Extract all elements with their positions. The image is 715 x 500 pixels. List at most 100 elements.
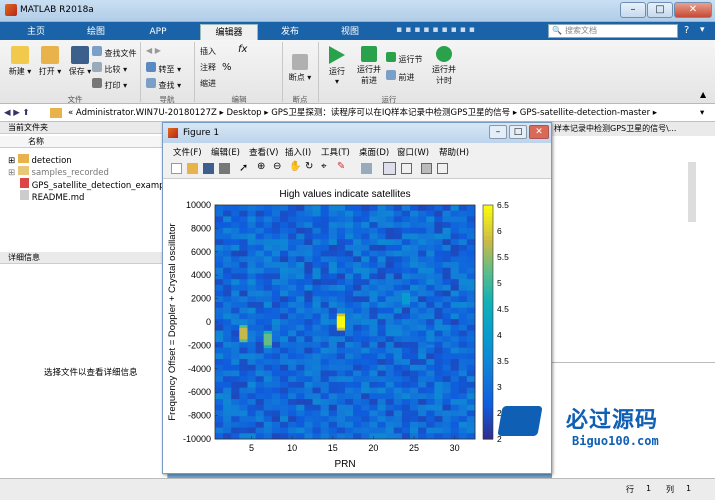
open-button[interactable]: 打开 ▾ <box>36 46 64 77</box>
data-cursor-icon[interactable]: ⌖ <box>321 161 327 172</box>
plot-tools-icon[interactable] <box>421 163 432 174</box>
help-icon[interactable]: ? <box>684 25 689 36</box>
run-button[interactable]: 运行 ▾ <box>322 46 352 86</box>
tab-publish[interactable]: 发布 <box>262 24 318 40</box>
heatmap-cell <box>231 324 240 332</box>
heatmap-cell <box>385 239 395 246</box>
print-button[interactable]: 打印 ▾ <box>92 78 127 91</box>
heatmap-cell <box>393 359 403 366</box>
chevron-down-icon[interactable]: ▾ <box>700 25 705 35</box>
minimize-button[interactable]: – <box>620 2 646 18</box>
run-time-button[interactable]: 运行并 计时 <box>430 46 458 86</box>
heatmap-cell <box>401 347 411 354</box>
goto-button[interactable]: 转至 ▾ <box>146 62 181 75</box>
heatmap-cell <box>312 393 322 400</box>
new-figure-icon[interactable] <box>171 163 182 174</box>
tab-editor[interactable]: 编辑器 <box>200 24 258 40</box>
indent-button[interactable]: 缩进 <box>200 78 216 89</box>
zoom-out-icon[interactable]: ⊖ <box>273 161 281 172</box>
pointer-icon[interactable]: ➚ <box>239 161 248 174</box>
address-dropdown-icon[interactable]: ▾ <box>700 104 704 122</box>
tab-home[interactable]: 主页 <box>8 24 64 40</box>
search-field[interactable]: 搜索文档 <box>548 24 678 38</box>
menu-tools[interactable]: 工具(T) <box>321 146 350 158</box>
menu-edit[interactable]: 编辑(E) <box>211 146 240 158</box>
collapse-ribbon-icon[interactable]: ▲ <box>700 90 706 99</box>
heatmap-cell <box>353 205 362 212</box>
heatmap-cell <box>466 404 476 411</box>
heatmap-cell <box>393 433 403 440</box>
menu-file[interactable]: 文件(F) <box>173 146 202 158</box>
list-item[interactable]: ⊞ samples_recorded <box>8 166 109 178</box>
colorbar-segment <box>483 247 493 253</box>
expand-icon[interactable]: ⊞ <box>8 168 15 178</box>
advance-button[interactable]: 前进 <box>386 70 415 83</box>
breakpoint-button[interactable]: 断点 ▾ <box>286 54 314 83</box>
toolbar-quick-icons[interactable]: ▪▪▪▪▪▪▪▪▪ <box>396 25 536 37</box>
figure-maximize-button[interactable]: □ <box>509 125 527 139</box>
menu-window[interactable]: 窗口(W) <box>397 146 429 158</box>
heatmap-cell <box>336 370 346 377</box>
fx-button[interactable]: fx <box>238 44 247 55</box>
save-button[interactable]: 保存 ▾ <box>66 46 94 77</box>
open-file-icon[interactable] <box>187 163 198 174</box>
figure-close-button[interactable]: ✕ <box>529 125 549 139</box>
vertical-scrollbar[interactable] <box>688 162 696 222</box>
figure-minimize-button[interactable]: – <box>489 125 507 139</box>
tab-plots[interactable]: 绘图 <box>68 24 124 40</box>
find-button[interactable]: 查找 ▾ <box>146 78 181 91</box>
heatmap-cell <box>239 319 248 326</box>
list-item[interactable]: README.md <box>20 190 84 203</box>
name-column-header[interactable]: 名称 <box>0 136 168 148</box>
run-section-button[interactable]: 运行节 <box>386 52 423 65</box>
colorbar-toggle-icon[interactable] <box>383 162 396 175</box>
back-forward-button[interactable]: ◀ ▶ <box>146 46 161 55</box>
legend-toggle-icon[interactable] <box>401 163 412 174</box>
heatmap-cell <box>442 319 452 326</box>
save-figure-icon[interactable] <box>203 163 214 174</box>
menu-view[interactable]: 查看(V) <box>249 146 278 158</box>
compare-button[interactable]: 比较 ▾ <box>92 62 127 75</box>
heatmap-cell <box>393 307 403 314</box>
heatmap-cell <box>280 319 289 326</box>
address-bar[interactable]: ◀ ▶ ⬆ « Administrator.WIN7U-20180127Z ▸ … <box>0 104 715 122</box>
heatmap-cell <box>345 284 354 292</box>
heatmap-cell <box>450 222 460 229</box>
print-figure-icon[interactable] <box>219 163 230 174</box>
expand-icon[interactable]: ⊞ <box>8 156 15 166</box>
maximize-button[interactable]: □ <box>647 2 673 18</box>
heatmap-cell <box>442 347 452 354</box>
colorbar-segment <box>483 376 493 382</box>
x-tick-label: 5 <box>249 443 254 453</box>
find-file-button[interactable]: 查找文件 <box>92 46 137 59</box>
new-button[interactable]: 新建 ▾ <box>6 46 34 77</box>
close-button[interactable]: ✕ <box>674 2 712 18</box>
rotate-icon[interactable]: ↻ <box>305 161 313 172</box>
list-item[interactable]: ⊞ detection <box>8 154 72 166</box>
heatmap-cell <box>288 330 297 337</box>
zoom-in-icon[interactable]: ⊕ <box>257 161 265 172</box>
comment-button[interactable]: 注释 <box>200 62 216 73</box>
brush-icon[interactable]: ✎ <box>337 161 345 172</box>
tab-apps[interactable]: APP <box>130 24 186 40</box>
editor-area[interactable] <box>552 142 687 362</box>
nav-arrows-icon[interactable]: ◀ ▶ ⬆ <box>4 104 30 122</box>
tab-view[interactable]: 视图 <box>322 24 378 40</box>
heatmap-cell <box>296 324 305 332</box>
heatmap-cell <box>280 370 289 377</box>
heatmap-cell <box>353 273 362 280</box>
run-advance-button[interactable]: 运行并 前进 <box>354 46 384 86</box>
menu-insert[interactable]: 插入(I) <box>285 146 311 158</box>
link-plot-icon[interactable] <box>361 163 372 174</box>
menu-help[interactable]: 帮助(H) <box>439 146 469 158</box>
insert-button[interactable]: 插入 <box>200 46 216 57</box>
dock-icon[interactable] <box>437 163 448 174</box>
heatmap-cell <box>223 273 232 280</box>
x-tick-label: 20 <box>368 443 378 453</box>
heatmap-cell <box>271 347 281 354</box>
percent-button[interactable]: % <box>222 62 232 73</box>
heatmap-cell <box>458 307 468 314</box>
heatmap-cell <box>466 222 476 229</box>
pan-icon[interactable]: ✋ <box>289 161 301 172</box>
menu-desktop[interactable]: 桌面(D) <box>359 146 389 158</box>
